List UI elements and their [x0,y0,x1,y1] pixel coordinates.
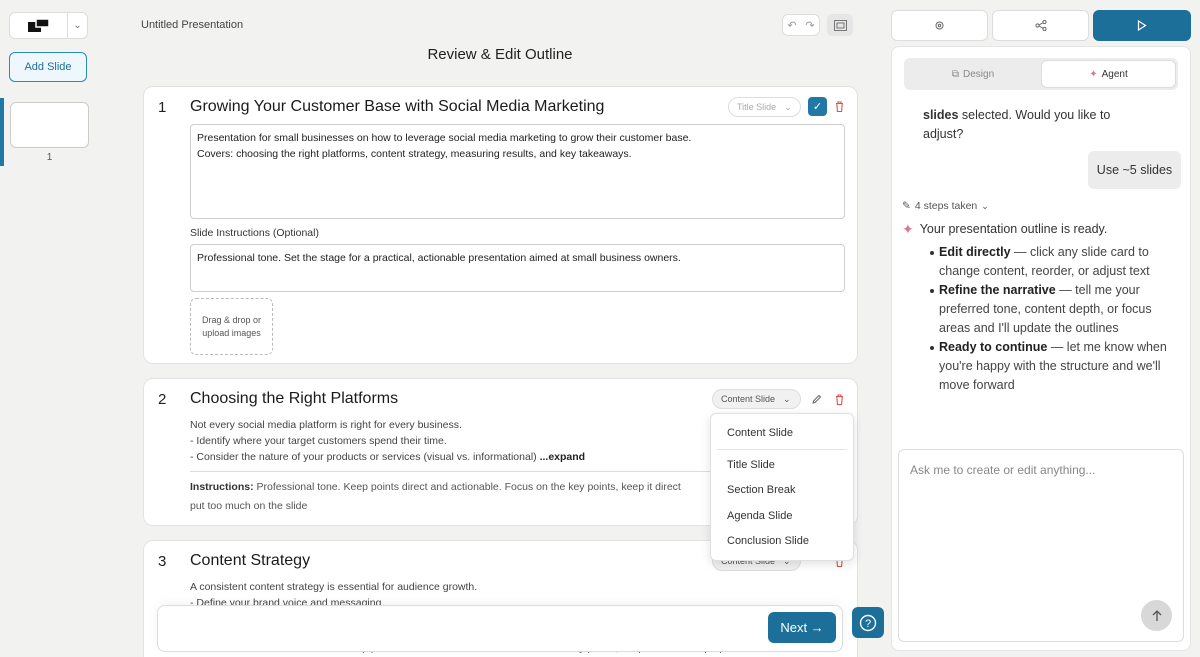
edit-icon: ✎ [902,200,911,212]
chevron-down-icon: ⌄ [784,101,792,112]
instructions-label: Slide Instructions (Optional) [190,227,319,239]
slide-type-select[interactable]: Title Slide ⌄ [728,97,801,117]
pencil-icon [812,394,822,404]
card-number: 2 [158,391,167,408]
dropdown-option[interactable]: Section Break [727,484,795,496]
help-button[interactable]: ? [852,607,884,638]
chevron-down-icon: ⌄ [783,393,791,404]
workspace-switcher[interactable]: ⌄ [9,12,88,39]
agent-message-previous: slides selected. Would you like to adjus… [923,106,1173,144]
expand-link[interactable]: ...expand [540,451,586,463]
chevron-down-icon[interactable]: ⌄ [68,13,87,38]
fullscreen-button[interactable] [827,14,853,36]
card-body-text: Not every social media platform is right… [190,419,537,463]
instructions-text-line2: put too much on the slide [190,500,308,512]
agent-response-intro: ✦ Your presentation outline is ready. [902,220,1182,239]
dropdown-option[interactable]: Agenda Slide [727,510,792,522]
slide-thumbnail[interactable] [10,102,89,148]
confirm-check-button[interactable]: ✓ [808,97,827,116]
next-button[interactable]: Next → [768,612,836,643]
steps-toggle[interactable]: ✎ 4 steps taken ⌄ [902,200,989,212]
delete-button[interactable] [830,97,848,115]
card-body: Not every social media platform is right… [190,417,710,465]
tab-agent-label: Agent [1101,68,1128,80]
play-icon [1137,20,1147,31]
present-tab[interactable] [1093,10,1191,41]
list-item: Edit directly — click any slide card to … [930,243,1179,281]
card-number: 1 [158,99,167,116]
steps-label: 4 steps taken [914,200,978,212]
svg-text:?: ? [865,618,871,630]
undo-redo-group: ↶ ↷ [782,14,820,36]
tab-design-label: Design [963,68,995,80]
share-icon [1034,20,1047,31]
tab-design[interactable]: ⧉ Design [906,60,1040,88]
agent-ready-text: Your presentation outline is ready. [919,222,1108,236]
panel-tab-switcher: ⧉ Design ✦ Agent [904,58,1178,90]
list-item: Ready to continue — let me know when you… [930,338,1179,395]
help-icon: ? [859,614,877,631]
redo-icon[interactable]: ↷ [805,19,814,32]
user-message: Use ~5 slides [1088,151,1181,189]
fullscreen-icon [833,19,847,31]
card-title[interactable]: Content Strategy [190,552,310,570]
agent-message-text: selected. Would you like to [958,108,1111,122]
send-button[interactable] [1141,600,1172,631]
card-instructions: Instructions: Professional tone. Keep po… [190,478,710,516]
gear-icon [935,21,944,30]
agent-panel: ⧉ Design ✦ Agent slides selected. Would yo… [891,46,1191,651]
list-item-bold: Ready to continue [939,340,1048,354]
dropdown-option[interactable]: Conclusion Slide [727,535,809,547]
card-number: 3 [158,553,167,570]
slide-type-label: Title Slide [737,102,777,112]
image-dropzone[interactable]: Drag & drop or upload images [190,298,273,355]
slide-description-textarea[interactable]: Presentation for small businesses on how… [190,124,845,219]
undo-icon[interactable]: ↶ [787,19,796,32]
sparkle-icon: ✦ [1089,68,1098,80]
chat-input[interactable]: Ask me to create or edit anything... [898,449,1184,642]
chevron-down-icon: ⌄ [981,200,989,211]
agent-message-bold: slides [923,108,959,122]
delete-button[interactable] [830,390,848,408]
instructions-label: Instructions: [190,481,254,493]
slide-type-select[interactable]: Content Slide ⌄ [712,389,801,409]
card-title[interactable]: Choosing the Right Platforms [190,390,398,408]
logo-icon [10,13,68,38]
trash-icon [835,100,843,112]
trash-icon [835,393,843,405]
slide-instructions-textarea[interactable]: Professional tone. Set the stage for a p… [190,244,845,292]
slide-type-label: Content Slide [721,394,776,404]
list-item: Refine the narrative — tell me your pref… [930,281,1179,338]
agent-response-list: Edit directly — click any slide card to … [930,243,1179,395]
page-heading: Review & Edit Outline [427,46,573,63]
list-item-bold: Refine the narrative [939,283,1056,297]
document-title[interactable]: Untitled Presentation [141,19,243,31]
dropdown-option-selected[interactable]: Content Slide [727,427,793,439]
dropdown-separator [717,449,847,450]
slide-thumbnail-number: 1 [46,152,53,163]
instructions-text: Professional tone. Keep points direct an… [256,481,681,493]
agent-message-text-line2: adjust? [923,127,964,141]
share-tab[interactable] [992,10,1089,41]
settings-tab[interactable] [891,10,988,41]
card-title[interactable]: Growing Your Customer Base with Social M… [190,98,604,116]
slide-type-dropdown: Content Slide Title Slide Section Break … [710,413,854,561]
active-slide-indicator [0,98,4,166]
outline-card-1: 1 Growing Your Customer Base with Social… [143,86,858,364]
edit-button[interactable] [808,390,826,408]
tab-agent[interactable]: ✦ Agent [1041,60,1176,88]
bottom-action-bar [157,605,843,652]
sparkle-icon: ✦ [902,221,914,237]
design-icon: ⧉ [951,68,959,80]
arrow-up-icon [1152,609,1161,621]
dropdown-option[interactable]: Title Slide [727,459,775,471]
chat-input-placeholder: Ask me to create or edit anything... [910,463,1096,477]
list-item-bold: Edit directly [939,245,1011,259]
